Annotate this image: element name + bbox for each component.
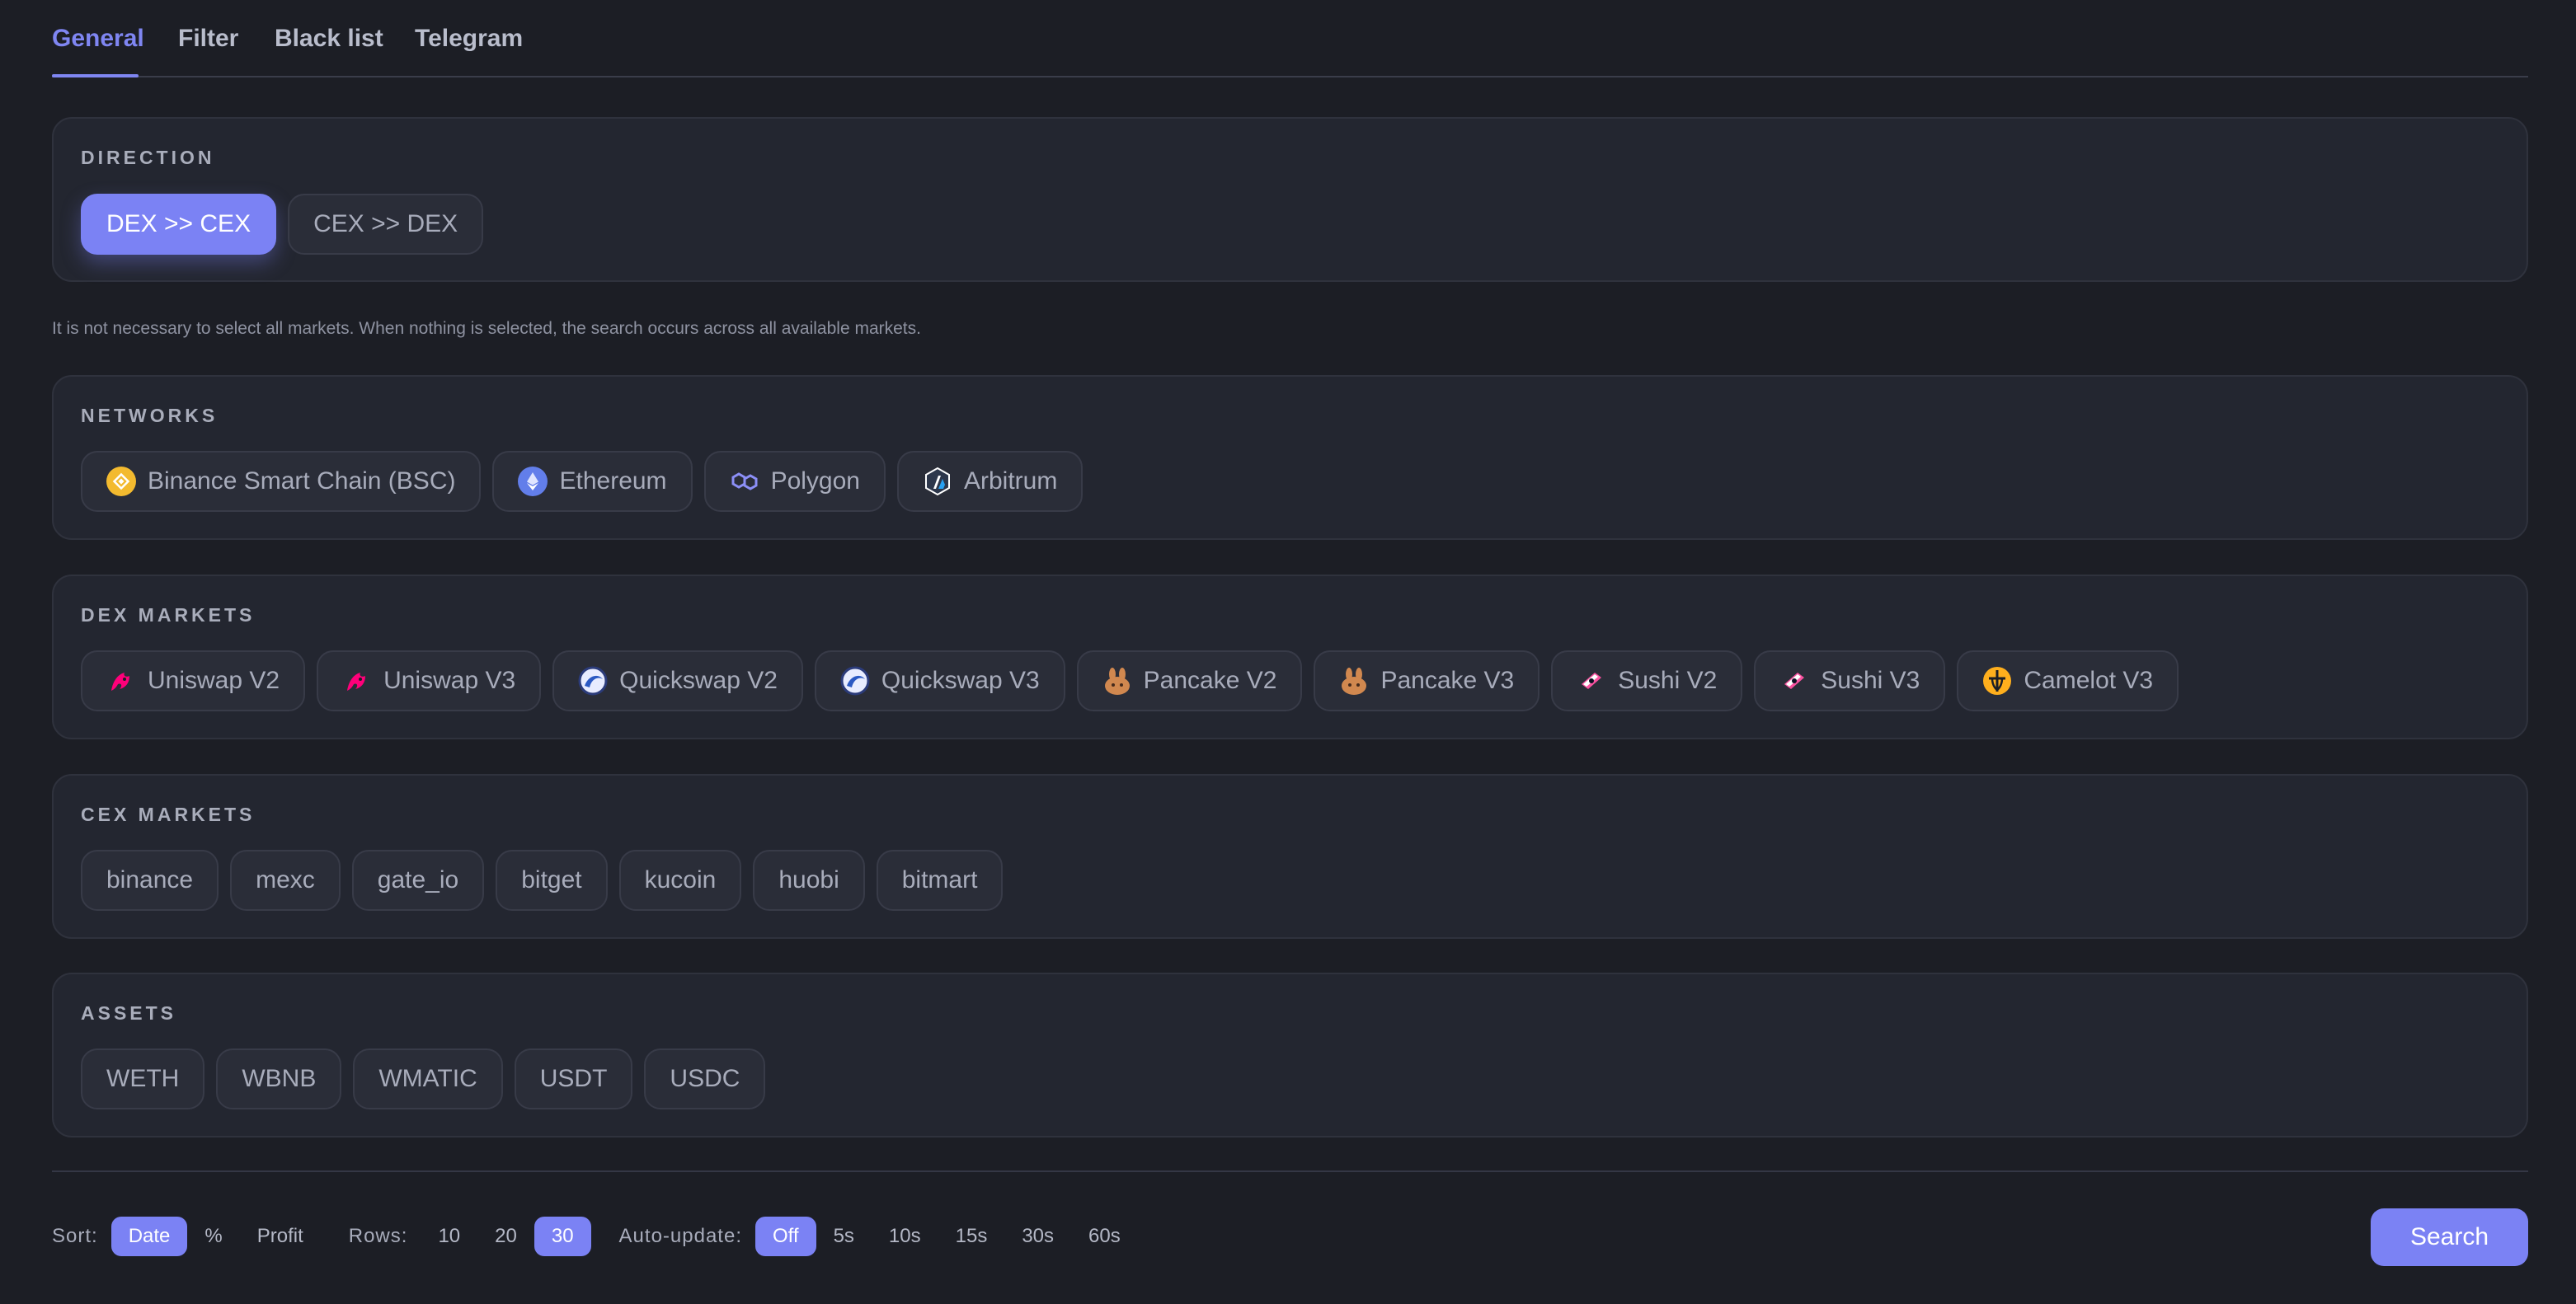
dex-sushi-v2-label: Sushi V2 [1618, 667, 1718, 694]
asset-usdc-chip[interactable]: USDC [644, 1048, 766, 1109]
dex-pancake-v3-label: Pancake V3 [1380, 667, 1515, 694]
asset-wmatic-chip[interactable]: WMATIC [353, 1048, 503, 1109]
search-button[interactable]: Search [2371, 1208, 2528, 1266]
camelot-icon [1982, 666, 2012, 696]
sushi-icon [1779, 666, 1809, 696]
network-arbitrum-chip[interactable]: Arbitrum [896, 451, 1084, 512]
assets-options: WETH WBNB WMATIC USDT USDC [81, 1048, 766, 1109]
network-ethereum-label: Ethereum [559, 467, 667, 495]
cex-binance-chip[interactable]: binance [81, 850, 219, 911]
active-tab-indicator [52, 74, 139, 77]
network-ethereum-chip[interactable]: Ethereum [492, 451, 693, 512]
dex-quickswap-v2-chip[interactable]: Quickswap V2 [552, 650, 803, 711]
rows-label: Rows: [348, 1225, 408, 1247]
autoupdate-5s-button[interactable]: 5s [816, 1217, 872, 1256]
cex-markets-options: binance mexc gate_io bitget kucoin huobi… [81, 850, 1004, 911]
controls-divider [52, 1170, 2528, 1172]
polygon-icon [730, 467, 759, 496]
assets-panel: ASSETS WETH WBNB WMATIC USDT USDC [52, 973, 2528, 1137]
tab-bar: General Filter Black list Telegram [52, 0, 2528, 77]
dex-pancake-v2-chip[interactable]: Pancake V2 [1076, 650, 1303, 711]
dex-quickswap-v3-chip[interactable]: Quickswap V3 [814, 650, 1065, 711]
dex-markets-panel: DEX MARKETS Uniswap V2 Uniswap V3 Quicks… [52, 575, 2528, 739]
dex-sushi-v3-label: Sushi V3 [1821, 667, 1920, 694]
network-polygon-label: Polygon [770, 467, 860, 495]
tab-general[interactable]: General [52, 25, 144, 77]
uniswap-icon [106, 666, 136, 696]
assets-title: ASSETS [81, 1002, 177, 1024]
dex-pancake-v2-label: Pancake V2 [1143, 667, 1277, 694]
markets-hint-text: It is not necessary to select all market… [52, 319, 921, 338]
dex-uniswap-v3-label: Uniswap V3 [383, 667, 516, 694]
dex-pancake-v3-chip[interactable]: Pancake V3 [1314, 650, 1540, 711]
cex-bitmart-chip[interactable]: bitmart [876, 850, 1004, 911]
network-arbitrum-label: Arbitrum [963, 467, 1058, 495]
tab-black-list[interactable]: Black list [275, 25, 383, 53]
tab-telegram[interactable]: Telegram [415, 25, 523, 53]
pancake-icon [1339, 666, 1369, 696]
dex-camelot-v3-label: Camelot V3 [2024, 667, 2154, 694]
direction-panel: DIRECTION DEX >> CEX CEX >> DEX [52, 117, 2528, 282]
direction-options: DEX >> CEX CEX >> DEX [81, 194, 484, 255]
networks-options: Binance Smart Chain (BSC) Ethereum Polyg… [81, 451, 1084, 512]
dex-markets-options: Uniswap V2 Uniswap V3 Quickswap V2 Quick… [81, 650, 2179, 711]
bsc-icon [106, 467, 136, 496]
quickswap-icon [578, 666, 608, 696]
direction-title: DIRECTION [81, 147, 215, 168]
cex-markets-panel: CEX MARKETS binance mexc gate_io bitget … [52, 774, 2528, 939]
autoupdate-label: Auto-update: [618, 1225, 742, 1247]
cex-bitget-chip[interactable]: bitget [496, 850, 608, 911]
dex-uniswap-v2-label: Uniswap V2 [148, 667, 280, 694]
ethereum-icon [518, 467, 548, 496]
sushi-icon [1577, 666, 1606, 696]
cex-markets-title: CEX MARKETS [81, 804, 256, 825]
direction-cex-to-dex-button[interactable]: CEX >> DEX [288, 194, 484, 255]
sort-label: Sort: [52, 1225, 98, 1247]
dex-sushi-v2-chip[interactable]: Sushi V2 [1551, 650, 1743, 711]
asset-wbnb-chip[interactable]: WBNB [216, 1048, 342, 1109]
sort-profit-button[interactable]: Profit [240, 1217, 321, 1256]
network-bsc-chip[interactable]: Binance Smart Chain (BSC) [81, 451, 482, 512]
dex-quickswap-v2-label: Quickswap V2 [619, 667, 778, 694]
tab-filter[interactable]: Filter [178, 25, 238, 53]
controls-bar: Sort: Date % Profit Rows: 10 20 30 Auto-… [52, 1217, 1138, 1256]
settings-page: General Filter Black list Telegram DIREC… [0, 0, 2576, 1304]
asset-weth-chip[interactable]: WETH [81, 1048, 205, 1109]
cex-mexc-chip[interactable]: mexc [230, 850, 341, 911]
autoupdate-off-button[interactable]: Off [754, 1217, 816, 1256]
autoupdate-10s-button[interactable]: 10s [872, 1217, 938, 1256]
dex-uniswap-v3-chip[interactable]: Uniswap V3 [317, 650, 542, 711]
networks-panel: NETWORKS Binance Smart Chain (BSC) Ether… [52, 375, 2528, 540]
autoupdate-15s-button[interactable]: 15s [938, 1217, 1005, 1256]
dex-quickswap-v3-label: Quickswap V3 [881, 667, 1040, 694]
networks-title: NETWORKS [81, 405, 219, 426]
pancake-icon [1102, 666, 1132, 696]
cex-kucoin-chip[interactable]: kucoin [618, 850, 742, 911]
arbitrum-icon [923, 467, 952, 496]
tab-general-label: General [52, 25, 144, 52]
direction-dex-to-cex-button[interactable]: DEX >> CEX [81, 194, 277, 255]
dex-uniswap-v2-chip[interactable]: Uniswap V2 [81, 650, 306, 711]
rows-30-button[interactable]: 30 [534, 1217, 591, 1256]
dex-sushi-v3-chip[interactable]: Sushi V3 [1754, 650, 1946, 711]
uniswap-icon [342, 666, 372, 696]
asset-usdt-chip[interactable]: USDT [514, 1048, 633, 1109]
cex-gate-io-chip[interactable]: gate_io [351, 850, 485, 911]
quickswap-icon [840, 666, 870, 696]
dex-markets-title: DEX MARKETS [81, 604, 256, 626]
sort-percent-button[interactable]: % [187, 1217, 239, 1256]
network-bsc-label: Binance Smart Chain (BSC) [148, 467, 456, 495]
network-polygon-chip[interactable]: Polygon [703, 451, 886, 512]
rows-10-button[interactable]: 10 [421, 1217, 477, 1256]
dex-camelot-v3-chip[interactable]: Camelot V3 [1957, 650, 2179, 711]
autoupdate-30s-button[interactable]: 30s [1004, 1217, 1071, 1256]
rows-20-button[interactable]: 20 [477, 1217, 534, 1256]
sort-date-button[interactable]: Date [110, 1217, 188, 1256]
autoupdate-60s-button[interactable]: 60s [1071, 1217, 1138, 1256]
cex-huobi-chip[interactable]: huobi [753, 850, 865, 911]
